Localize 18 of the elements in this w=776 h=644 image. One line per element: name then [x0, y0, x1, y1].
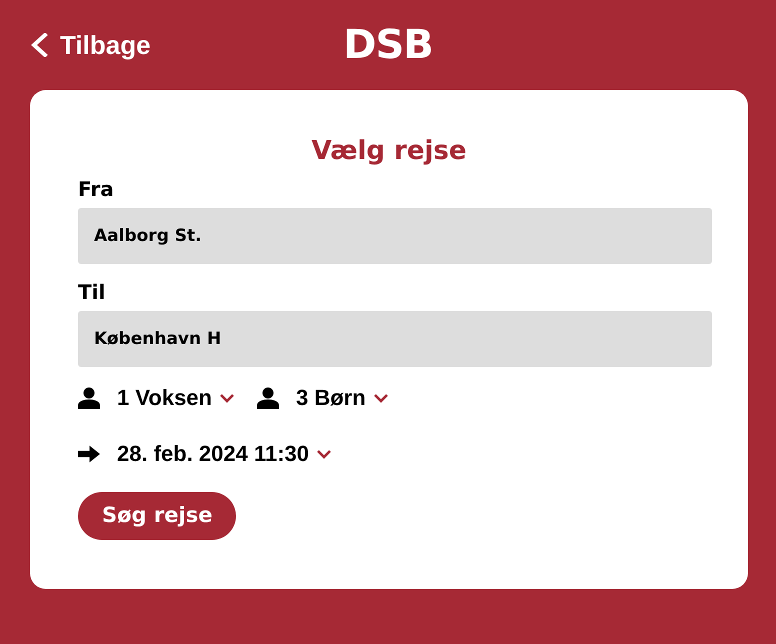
field-label: Fra [78, 176, 115, 202]
chevron-down-icon [218, 393, 235, 403]
form-title: Vælg rejse [310, 135, 468, 167]
search-button[interactable]: Søg rejse [78, 492, 236, 540]
person-icon [256, 387, 279, 409]
station-field[interactable]: Aalborg St. [78, 208, 712, 264]
station-field[interactable]: København H [78, 311, 712, 367]
back-button[interactable]: Tilbage [30, 26, 151, 64]
passenger-dropdown[interactable]: 1 Voksen [78, 384, 235, 412]
departure-time-dropdown[interactable]: 28. feb. 2024 11:30 [78, 440, 332, 468]
arrow-right-icon [78, 443, 100, 465]
person-icon [78, 387, 100, 409]
field-label: Til [78, 279, 106, 305]
passenger-dropdown[interactable]: 3 Børn [256, 384, 389, 412]
chevron-left-icon [30, 33, 48, 57]
chevron-down-icon [316, 449, 332, 459]
chevron-down-icon [372, 393, 389, 403]
logo: DSB [343, 25, 433, 65]
